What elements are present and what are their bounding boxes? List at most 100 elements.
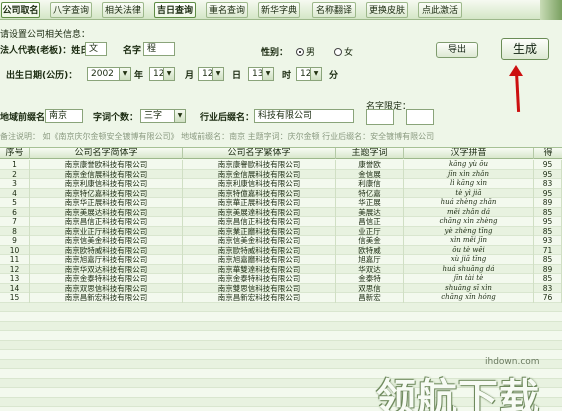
gender-female-label: 女: [344, 48, 354, 58]
cell-word: 双思信: [336, 283, 404, 293]
cell-word: 金泰特: [336, 274, 404, 284]
table-row[interactable]: 2 南京金信展科技有限公司 南京金信展科技有限公司 金信展 jīn xìn zhǎn 95: [0, 169, 562, 179]
name-input[interactable]: 程: [143, 42, 175, 56]
month-unit: 月: [185, 71, 195, 81]
tab-change-skin[interactable]: 更换皮肤: [366, 2, 408, 18]
export-button[interactable]: 导出: [436, 42, 478, 58]
cell-word: 业正厅: [336, 226, 404, 236]
cell-pinyin: měi zhǎn dá: [404, 207, 534, 217]
cell-simp: 南京美展达科技有限公司: [30, 207, 183, 217]
year-value: 2002: [91, 69, 114, 79]
minute-select[interactable]: 12 ▼: [296, 67, 322, 81]
tab-xinhua-dictionary[interactable]: 新华字典: [258, 2, 300, 18]
hint-text: 备注说明： 如《南京庆尔金顿安全镀博有限公司》 地域前缀名：南京 主题字词：庆尔…: [0, 132, 435, 141]
cell-simp: 南京昌新宏科技有限公司: [30, 293, 183, 303]
table-header: 序号 公司名字简体字 公司名字繁体字 主题字词 汉字拼音 得: [0, 148, 562, 159]
cell-score: 95: [534, 169, 562, 179]
header-no[interactable]: 序号: [0, 148, 30, 159]
cell-trad: 南京利康信科技有限公司: [183, 179, 336, 189]
cell-score: 95: [534, 217, 562, 227]
radio-empty-icon: [334, 48, 342, 56]
table-row[interactable]: 6 南京美展达科技有限公司 南京美展達科技有限公司 美展达 měi zhǎn dá 85: [0, 207, 562, 217]
cell-trad: 南京旭嘉廳科技有限公司: [183, 255, 336, 265]
header-traditional[interactable]: 公司名字繁体字: [183, 148, 336, 159]
radio-selected-icon: [296, 48, 304, 56]
cell-pinyin: chāng xīn hóng: [404, 293, 534, 303]
cell-score: 89: [534, 264, 562, 274]
table-row-empty: [0, 340, 562, 350]
table-row[interactable]: 13 南京金泰特科技有限公司 南京金泰特科技有限公司 金泰特 jīn tài tè 85: [0, 274, 562, 284]
must-include-input-1[interactable]: [366, 109, 394, 125]
cell-score: 95: [534, 188, 562, 198]
table-row[interactable]: 12 南京华双达科技有限公司 南京華雙達科技有限公司 华双达 huá shuāng dá…: [0, 264, 562, 274]
tab-name-translation[interactable]: 名称翻译: [312, 2, 356, 18]
gender-male-radio[interactable]: 男: [296, 45, 315, 58]
cell-no: 4: [0, 188, 30, 198]
table-row[interactable]: 11 南京旭嘉厅科技有限公司 南京旭嘉廳科技有限公司 旭嘉厅 xù jiā tīng 85: [0, 255, 562, 265]
corner-decoration: [540, 0, 562, 20]
table-row[interactable]: 4 南京特亿嘉科技有限公司 南京特億嘉科技有限公司 特亿嘉 tè yì jiā 95: [0, 188, 562, 198]
cell-score: 85: [534, 274, 562, 284]
cell-pinyin: huá shuāng dá: [404, 264, 534, 274]
cell-pinyin: tè yì jiā: [404, 188, 534, 198]
cell-no: 12: [0, 264, 30, 274]
table-row[interactable]: 10 南京欧特威科技有限公司 南京歐特威科技有限公司 欧特威 ōu tè wēi 71: [0, 245, 562, 255]
cell-no: 13: [0, 274, 30, 284]
cell-trad: 南京昌信正科技有限公司: [183, 217, 336, 227]
tab-activate[interactable]: 点此激活: [418, 2, 462, 18]
table-row[interactable]: 8 南京业正厅科技有限公司 南京業正廳科技有限公司 业正厅 yè zhèng tīng 8…: [0, 226, 562, 236]
header-simplified[interactable]: 公司名字简体字: [30, 148, 183, 159]
name-label: 名字: [123, 46, 142, 56]
day-select[interactable]: 12 ▼: [198, 67, 224, 81]
cell-no: 5: [0, 198, 30, 208]
word-count-value: 三字: [144, 111, 163, 121]
word-count-select[interactable]: 三字 ▼: [140, 109, 186, 123]
header-pinyin[interactable]: 汉字拼音: [404, 148, 534, 159]
cell-simp: 南京金泰特科技有限公司: [30, 274, 183, 284]
header-theme-word[interactable]: 主题字词: [336, 148, 404, 159]
cell-trad: 南京金泰特科技有限公司: [183, 274, 336, 284]
year-unit: 年: [134, 71, 144, 81]
cell-simp: 南京旭嘉厅科技有限公司: [30, 255, 183, 265]
tab-related-law[interactable]: 相关法律: [102, 2, 144, 18]
cell-simp: 南京特亿嘉科技有限公司: [30, 188, 183, 198]
cell-pinyin: huá zhèng zhǎn: [404, 198, 534, 208]
month-select[interactable]: 12 ▼: [149, 67, 175, 81]
cell-score: 85: [534, 255, 562, 265]
tab-bar: 公司取名 八字查询 相关法律 吉日查询 重名查询 新华字典 名称翻译 更换皮肤 …: [0, 0, 562, 20]
table-row[interactable]: 3 南京利康信科技有限公司 南京利康信科技有限公司 利康信 lì kāng xìn 83: [0, 179, 562, 189]
cell-score: 85: [534, 226, 562, 236]
region-prefix-input[interactable]: 南京: [45, 109, 83, 123]
year-select[interactable]: 2002 ▼: [87, 67, 131, 81]
header-score[interactable]: 得: [534, 148, 562, 159]
cell-trad: 南京康譽歐科技有限公司: [183, 160, 336, 170]
cell-pinyin: lì kāng xìn: [404, 179, 534, 189]
table-row[interactable]: 9 南京信美金科技有限公司 南京信美金科技有限公司 信美金 xìn měi jīn 93: [0, 236, 562, 246]
industry-suffix-input[interactable]: 科技有限公司: [254, 109, 354, 123]
table-row[interactable]: 5 南京华正展科技有限公司 南京華正展科技有限公司 华正展 huá zhèng zhǎn…: [0, 198, 562, 208]
generate-button[interactable]: 生成: [501, 38, 549, 60]
cell-word: 昌新宏: [336, 293, 404, 303]
dropdown-arrow-icon: ▼: [163, 68, 174, 80]
table-row[interactable]: 7 南京昌信正科技有限公司 南京昌信正科技有限公司 昌信正 chāng xìn zhèn…: [0, 217, 562, 227]
cell-word: 美展达: [336, 207, 404, 217]
hour-unit: 时: [282, 71, 292, 81]
tab-company-naming[interactable]: 公司取名: [1, 2, 40, 18]
dropdown-arrow-icon: ▼: [262, 68, 273, 80]
surname-input[interactable]: 文: [85, 42, 107, 56]
tab-auspicious-day[interactable]: 吉日查询: [154, 2, 196, 18]
tab-bazi-query[interactable]: 八字查询: [50, 2, 92, 18]
gender-female-radio[interactable]: 女: [334, 45, 353, 58]
table-row[interactable]: 1 南京康誉欧科技有限公司 南京康譽歐科技有限公司 康誉欧 kāng yù ōu 95: [0, 160, 562, 170]
table-row[interactable]: 15 南京昌新宏科技有限公司 南京昌新宏科技有限公司 昌新宏 chāng xīn hón…: [0, 293, 562, 303]
cell-trad: 南京昌新宏科技有限公司: [183, 293, 336, 303]
table-row-empty: [0, 312, 562, 322]
cell-trad: 南京特億嘉科技有限公司: [183, 188, 336, 198]
table-row[interactable]: 14 南京双思信科技有限公司 南京雙思信科技有限公司 双思信 shuāng sī xìn…: [0, 283, 562, 293]
hour-select[interactable]: 13 ▼: [248, 67, 274, 81]
industry-suffix-label: 行业后缀名：: [200, 113, 255, 123]
cell-no: 9: [0, 236, 30, 246]
must-include-input-2[interactable]: [406, 109, 434, 125]
tab-duplicate-name[interactable]: 重名查询: [206, 2, 248, 18]
dropdown-arrow-icon: ▼: [174, 110, 185, 122]
